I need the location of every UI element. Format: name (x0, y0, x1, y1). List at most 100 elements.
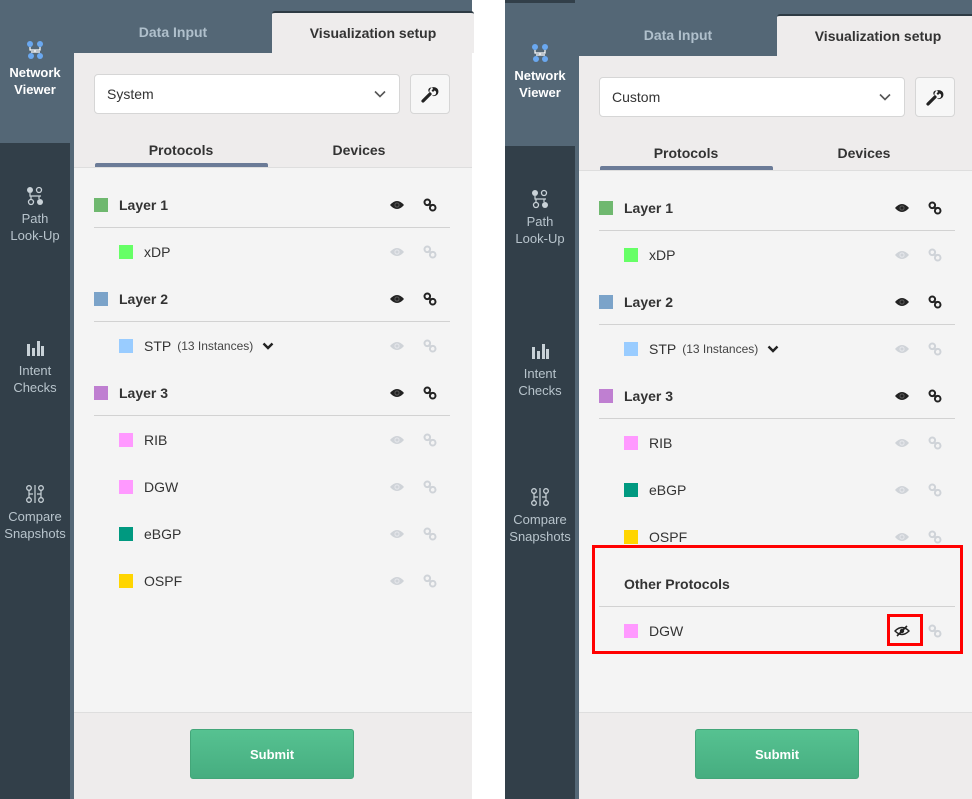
link-icon[interactable] (918, 245, 951, 265)
eye-icon[interactable] (380, 289, 413, 309)
nav-rail: Network Viewer Path Look-Up Intent Check… (0, 0, 70, 799)
rail-item-intent-checks[interactable]: Intent Checks (505, 341, 575, 399)
rail-label: Checks (518, 383, 562, 398)
tab-label: Visualization setup (814, 28, 942, 44)
group-header-layer-2: Layer 2 (599, 279, 955, 325)
protocol-row-rib: RIB (599, 420, 955, 466)
eye-icon[interactable] (380, 524, 413, 544)
eye-icon[interactable] (380, 383, 413, 403)
submit-button[interactable]: Submit (695, 729, 859, 779)
group-name: Layer 1 (624, 199, 674, 216)
link-icon[interactable] (918, 339, 951, 359)
link-icon[interactable] (918, 527, 951, 547)
rail-item-compare-snapshots[interactable]: Compare Snapshots (505, 487, 575, 545)
rail-item-intent-checks[interactable]: Intent Checks (0, 338, 70, 396)
tab-data-input[interactable]: Data Input (579, 14, 777, 56)
eye-icon[interactable] (380, 242, 413, 262)
protocol-name: STP (649, 341, 677, 357)
top-tab-bar: Data Input Visualization setup (579, 3, 972, 56)
link-icon[interactable] (413, 524, 446, 544)
link-icon[interactable] (413, 383, 446, 403)
preset-select[interactable]: System (94, 74, 400, 114)
protocol-row-stp: STP (13 Instances) (94, 323, 450, 369)
color-swatch (119, 339, 133, 353)
eye-icon[interactable] (885, 245, 918, 265)
group-header-layer-1: Layer 1 (94, 182, 450, 228)
subtab-protocols[interactable]: Protocols (94, 133, 268, 167)
subtab-devices[interactable]: Devices (272, 133, 446, 167)
rail-item-compare-snapshots[interactable]: Compare Snapshots (0, 484, 70, 542)
settings-wrench-button[interactable] (915, 77, 955, 117)
network-topology-icon (532, 44, 548, 62)
protocol-row-xdp: xDP (599, 232, 955, 278)
eye-icon[interactable] (885, 339, 918, 359)
rail-item-path-lookup[interactable]: Path Look-Up (0, 186, 70, 244)
right-panel: Network Viewer Path Look-Up Intent Check… (505, 0, 972, 799)
link-icon[interactable] (918, 386, 951, 406)
visualization-setup-content: System Protocols Devices Layer 1 xDP Lay… (74, 53, 472, 799)
group-header-other-protocols: Other Protocols (599, 561, 955, 607)
settings-wrench-button[interactable] (410, 74, 450, 114)
chevron-down-icon[interactable] (766, 342, 780, 356)
tab-data-input[interactable]: Data Input (74, 11, 272, 53)
link-icon[interactable] (413, 571, 446, 591)
group-name: Layer 3 (119, 384, 169, 401)
protocol-device-tabs: Protocols Devices (94, 133, 450, 167)
link-icon[interactable] (413, 430, 446, 450)
rail-label: Path (21, 211, 49, 226)
eye-icon[interactable] (885, 480, 918, 500)
eye-icon[interactable] (885, 198, 918, 218)
submit-button[interactable]: Submit (190, 729, 354, 779)
link-icon[interactable] (413, 477, 446, 497)
chevron-down-icon[interactable] (261, 339, 275, 353)
link-icon[interactable] (413, 195, 446, 215)
link-icon[interactable] (918, 433, 951, 453)
color-swatch (94, 197, 108, 212)
link-icon[interactable] (413, 289, 446, 309)
eye-icon[interactable] (885, 386, 918, 406)
rail-label: Snapshots (509, 529, 571, 544)
eye-icon[interactable] (885, 433, 918, 453)
protocol-name: xDP (144, 244, 171, 260)
chevron-down-icon (879, 93, 891, 101)
tab-visualization-setup[interactable]: Visualization setup (272, 11, 474, 53)
color-swatch (119, 245, 133, 259)
color-swatch (624, 483, 638, 497)
rail-item-path-lookup[interactable]: Path Look-Up (505, 189, 575, 247)
rail-item-network-viewer[interactable]: Network Viewer (0, 0, 70, 143)
eye-icon[interactable] (380, 195, 413, 215)
protocol-row-ebgp: eBGP (599, 467, 955, 513)
subtab-label: Protocols (148, 142, 214, 158)
eye-icon[interactable] (380, 571, 413, 591)
footer: Submit (579, 713, 972, 799)
tab-visualization-setup[interactable]: Visualization setup (777, 14, 972, 56)
protocol-name: eBGP (649, 482, 687, 498)
submit-label: Submit (249, 746, 295, 762)
path-lookup-icon (532, 189, 548, 209)
rail-item-network-viewer[interactable]: Network Viewer (505, 3, 575, 146)
preset-select[interactable]: Custom (599, 77, 905, 117)
rail-label: Intent (523, 366, 557, 381)
eye-icon[interactable] (380, 336, 413, 356)
tab-label: Data Input (138, 24, 208, 40)
eye-icon[interactable] (885, 292, 918, 312)
link-icon[interactable] (918, 480, 951, 500)
link-icon[interactable] (918, 292, 951, 312)
color-swatch (624, 530, 638, 544)
eye-icon[interactable] (380, 430, 413, 450)
eye-icon[interactable] (885, 527, 918, 547)
subtab-label: Devices (837, 145, 891, 161)
eye-icon[interactable] (380, 477, 413, 497)
protocol-name: OSPF (144, 573, 183, 589)
subtab-protocols[interactable]: Protocols (599, 136, 773, 170)
visualization-setup-content: Custom Protocols Devices Layer 1 xDP Lay… (579, 56, 972, 799)
subtab-devices[interactable]: Devices (777, 136, 951, 170)
group-name: Layer 2 (624, 293, 674, 310)
subtab-label: Devices (332, 142, 386, 158)
link-icon[interactable] (413, 242, 446, 262)
link-icon[interactable] (918, 198, 951, 218)
protocol-row-xdp: xDP (94, 229, 450, 275)
link-icon[interactable] (413, 336, 446, 356)
instance-count: (13 Instances) (682, 342, 759, 356)
nav-rail: Network Viewer Path Look-Up Intent Check… (505, 0, 575, 799)
